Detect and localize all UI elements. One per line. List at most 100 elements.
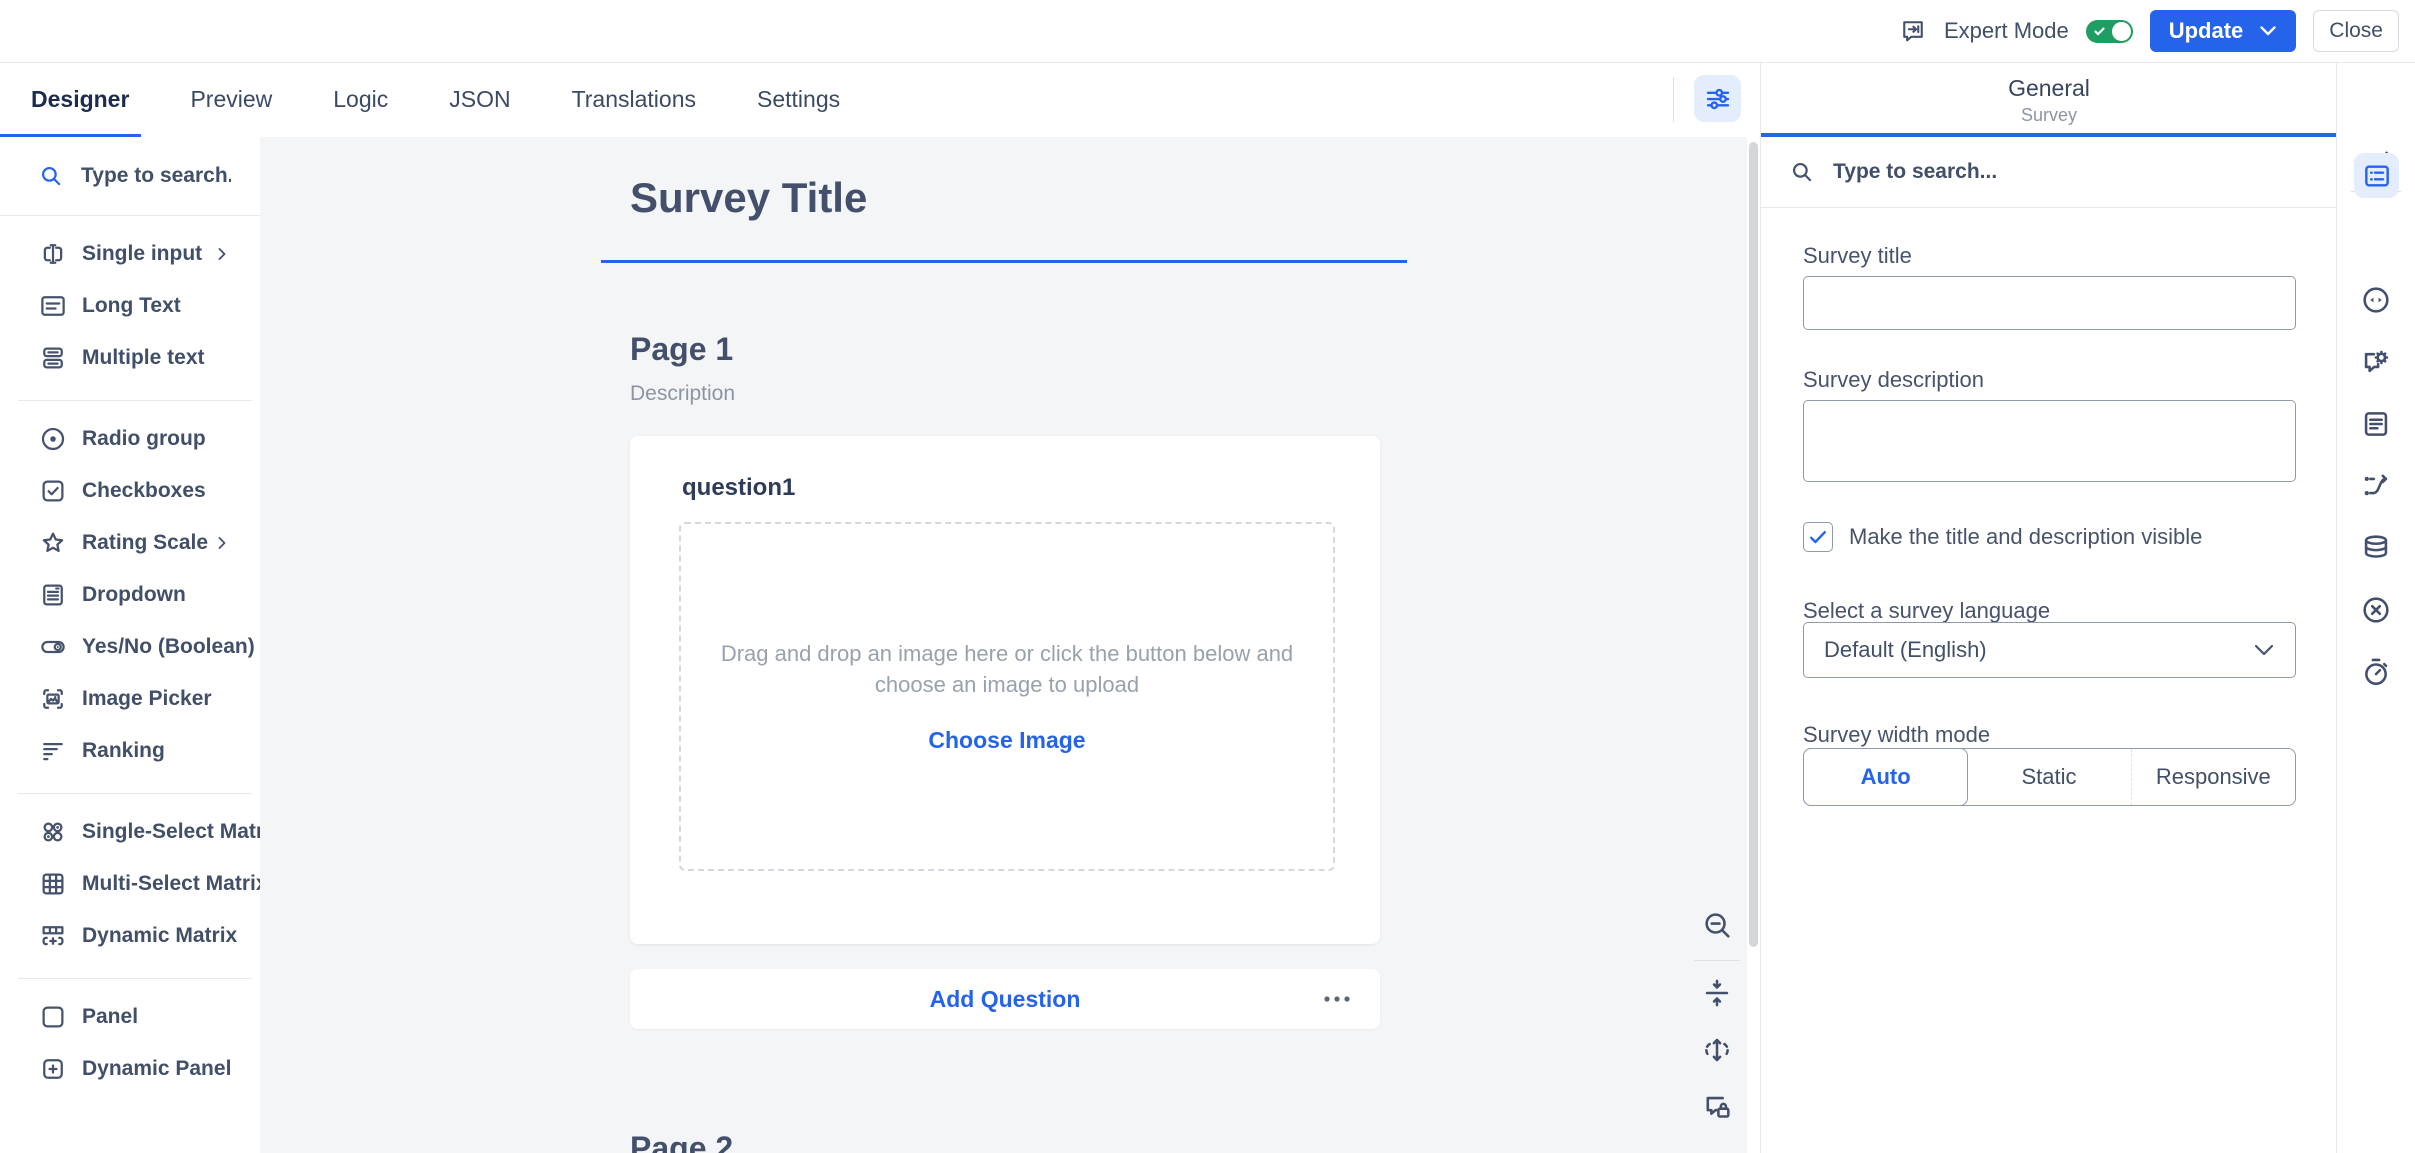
close-button[interactable]: Close: [2313, 10, 2399, 52]
survey-title-label: Survey title: [1803, 243, 1912, 269]
toolbox-group-text: Single input Long Text Multiple text: [0, 216, 260, 400]
visibility-checkbox-row: Make the title and description visible: [1803, 522, 2202, 552]
toolbox-item-label: Ranking: [82, 739, 165, 763]
category-general-active[interactable]: [2354, 153, 2399, 198]
chevron-right-icon: [214, 246, 230, 262]
property-search[interactable]: [1761, 137, 2337, 208]
page2-title[interactable]: Page 2: [630, 1128, 733, 1153]
visibility-checkbox[interactable]: [1803, 522, 1833, 552]
feedback-icon[interactable]: [1899, 17, 1927, 45]
add-question-button[interactable]: Add Question: [930, 986, 1081, 1013]
toolbox-item-single-input[interactable]: Single input: [0, 228, 260, 280]
image-dropzone[interactable]: Drag and drop an image here or click the…: [679, 522, 1335, 871]
tab-json[interactable]: JSON: [449, 86, 510, 113]
validation-icon[interactable]: [2359, 593, 2393, 627]
toolbox-item-dropdown[interactable]: Dropdown: [0, 569, 260, 621]
toolbox-item-rating-scale[interactable]: Rating Scale: [0, 517, 260, 569]
tab-logic[interactable]: Logic: [333, 86, 388, 113]
image-picker-icon: [38, 684, 68, 714]
pages-icon[interactable]: [2359, 407, 2393, 441]
multiple-text-icon: [38, 343, 68, 373]
sliders-icon: [1703, 84, 1733, 114]
choose-image-button[interactable]: Choose Image: [922, 726, 1091, 755]
toolbox-search[interactable]: [0, 137, 260, 216]
search-icon: [38, 163, 64, 189]
toolbox-item-dynamic-matrix[interactable]: Dynamic Matrix: [0, 910, 260, 962]
toolbox-item-radio-group[interactable]: Radio group: [0, 413, 260, 465]
add-question-menu-icon[interactable]: [1322, 995, 1352, 1003]
tabs: Designer Preview Logic JSON Translations…: [31, 62, 840, 136]
width-mode-option-static[interactable]: Static: [1967, 749, 2130, 805]
toolbox-item-single-select-matrix[interactable]: Single-Select Matrix: [0, 806, 260, 858]
tab-settings[interactable]: Settings: [757, 86, 840, 113]
general-settings-icon: [2361, 160, 2393, 192]
tab-preview[interactable]: Preview: [190, 86, 272, 113]
toolbox-item-multiple-text[interactable]: Multiple text: [0, 332, 260, 384]
toolbox-item-multi-select-matrix[interactable]: Multi-Select Matrix: [0, 858, 260, 910]
toolbox-item-panel[interactable]: Panel: [0, 991, 260, 1043]
page1-description[interactable]: Description: [630, 382, 735, 406]
toolbox-item-label: Rating Scale: [82, 531, 208, 555]
toolbox-item-label: Dynamic Panel: [82, 1057, 231, 1081]
toolbox-item-label: Yes/No (Boolean): [82, 635, 255, 659]
chevron-right-icon: [214, 535, 230, 551]
canvas-scrollbar-track[interactable]: [1747, 137, 1760, 1153]
collapse-all-icon[interactable]: [1700, 976, 1734, 1010]
toolbox-item-long-text[interactable]: Long Text: [0, 280, 260, 332]
tab-translations[interactable]: Translations: [572, 86, 696, 113]
choices-icon[interactable]: [2359, 283, 2393, 317]
width-mode-option-auto[interactable]: Auto: [1803, 748, 1968, 806]
toolbox-item-label: Multi-Select Matrix: [82, 872, 268, 896]
toolbox-item-label: Single input: [82, 242, 202, 266]
design-canvas: Survey Title Page 1 Description question…: [260, 137, 1760, 1153]
toolbox-item-label: Radio group: [82, 427, 206, 451]
question-settings-icon[interactable]: [2359, 345, 2393, 379]
toolbox-item-label: Image Picker: [82, 687, 212, 711]
toolbox-sidebar: Single input Long Text Multiple text Rad…: [0, 137, 261, 1153]
chevron-down-icon: [2253, 643, 2275, 657]
category-subtitle: Survey: [1761, 105, 2337, 126]
survey-title-input[interactable]: [1803, 276, 2296, 330]
toolbox-item-image-picker[interactable]: Image Picker: [0, 673, 260, 725]
add-question-bar[interactable]: Add Question: [630, 969, 1380, 1029]
toolbox-item-dynamic-panel[interactable]: Dynamic Panel: [0, 1043, 260, 1095]
toolbox-item-checkboxes[interactable]: Checkboxes: [0, 465, 260, 517]
topbar: Expert Mode Update Close: [0, 0, 2415, 63]
expand-all-icon[interactable]: [1700, 1033, 1734, 1067]
zoom-out-icon[interactable]: [1700, 908, 1734, 942]
dropzone-text-line2: choose an image to upload: [875, 669, 1139, 700]
property-search-input[interactable]: [1831, 159, 2095, 185]
data-icon[interactable]: [2359, 531, 2393, 565]
creator-settings-button[interactable]: [1694, 75, 1741, 122]
logic-icon[interactable]: [2359, 469, 2393, 503]
width-mode-option-responsive[interactable]: Responsive: [2131, 749, 2295, 805]
survey-description-label: Survey description: [1803, 367, 1984, 393]
property-panel-header: General Survey: [1761, 62, 2337, 137]
lock-questions-icon[interactable]: [1700, 1091, 1734, 1125]
survey-title[interactable]: Survey Title: [630, 173, 867, 223]
toolbox-item-label: Panel: [82, 1005, 138, 1029]
toolbox-item-label: Long Text: [82, 294, 181, 318]
language-select-value: Default (English): [1824, 637, 2253, 663]
toggle-knob: [2112, 22, 2131, 41]
property-panel: General Survey Survey title Survey descr…: [1760, 62, 2337, 1153]
survey-description-input[interactable]: [1803, 400, 2296, 482]
language-select[interactable]: Default (English): [1803, 622, 2296, 678]
dynamic-matrix-icon: [38, 921, 68, 951]
page1-title[interactable]: Page 1: [630, 329, 733, 369]
expert-mode-toggle[interactable]: [2086, 20, 2133, 43]
question-name[interactable]: question1: [682, 474, 795, 502]
visibility-checkbox-label[interactable]: Make the title and description visible: [1849, 524, 2202, 550]
update-button[interactable]: Update: [2150, 10, 2297, 52]
question-card[interactable]: question1 Drag and drop an image here or…: [630, 436, 1380, 944]
timer-icon[interactable]: [2359, 655, 2393, 689]
tabbar: Designer Preview Logic JSON Translations…: [0, 62, 1760, 138]
toolbox-search-input[interactable]: [79, 163, 233, 189]
canvas-scrollbar-thumb[interactable]: [1749, 142, 1758, 947]
category-title: General: [1761, 75, 2337, 102]
radio-group-icon: [38, 424, 68, 454]
toolbox-group-matrix: Single-Select Matrix Multi-Select Matrix…: [0, 794, 260, 978]
toolbox-item-boolean[interactable]: Yes/No (Boolean): [0, 621, 260, 673]
tab-designer[interactable]: Designer: [31, 86, 129, 113]
toolbox-item-ranking[interactable]: Ranking: [0, 725, 260, 777]
